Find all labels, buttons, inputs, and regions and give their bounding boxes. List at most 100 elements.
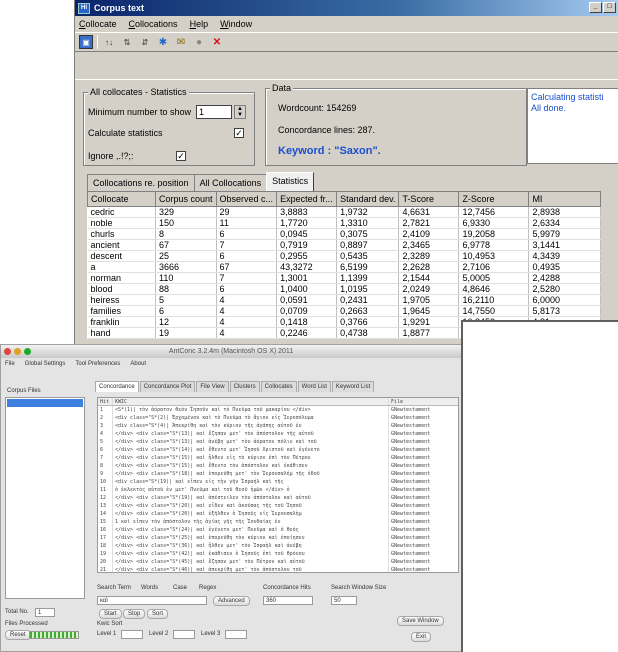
kwic-row[interactable]: 6 </div> <div class="S*(14)| καὶ ἔθεντο μ… [98,446,458,454]
search-opt-regex[interactable]: Regex [199,585,216,591]
sort-desc-icon[interactable]: ⇅ [120,35,134,49]
sort-level-2[interactable]: Level 2 [149,631,168,637]
kwic-cell: 19 [100,551,107,557]
sort-level-2-field[interactable] [173,630,195,639]
stop-button[interactable]: Stop [123,609,146,619]
stop-icon[interactable]: ● [192,35,206,49]
table-row[interactable]: churls 8 6 0,0945 0,3075 2,4109 19,2058 5,9979 [87,228,602,240]
kwic-row[interactable]: 14 </div> <div class="S*(20)| καὶ ἐξῆλθεν… [98,510,458,518]
search-opt-words[interactable]: Words [141,585,158,591]
kwic-row[interactable]: 21 </div> <div class="S*(46)| καὶ ἀπεκρίθ… [98,566,458,572]
tab-statistics[interactable]: Statistics [266,172,315,191]
col-header-z-score[interactable]: Z-Score [458,191,530,207]
kwic-row[interactable]: 12 </div> <div class="S*(19)| καὶ ἀπέστει… [98,494,458,502]
tab-collocates[interactable]: Collocates [260,381,297,392]
table-row[interactable]: heiress 5 4 0,0591 0,2431 1,9705 16,2110 6,0000 [87,294,602,306]
advanced-button[interactable]: Advanced [213,596,250,606]
menu-collocations[interactable]: Collocations [129,19,178,29]
menu-tool-preferences[interactable]: Tool Preferences [75,361,120,367]
menu-window[interactable]: Window [220,19,252,29]
sort-column-icon[interactable]: ⇵ [138,35,152,49]
table-row[interactable]: a 3666 67 43,3272 6,5199 2,2628 2,7106 0,4935 [87,261,602,273]
menu-global-settings[interactable]: Global Settings [25,361,66,367]
tab-clusters[interactable]: Clusters [229,381,260,392]
calc-statistics-checkbox[interactable]: ✓ [234,128,244,138]
table-row[interactable]: ancient 67 7 0,7919 0,8897 2,3465 6,9778 3,1441 [87,239,602,251]
corpus-files-list[interactable] [5,397,85,599]
selected-file-item[interactable] [7,399,83,407]
menu-file[interactable]: File [5,361,15,367]
export-icon[interactable]: ✉ [174,35,188,49]
table-row[interactable]: cedric 329 29 3,8883 1,9732 4,6631 12,7456 2,89… [87,206,602,218]
kwic-row[interactable]: 2 <div class="S*(2)| Ἐρχομένου καὶ τὸ Πνε… [98,414,458,422]
min-number-input[interactable]: 1 [196,105,232,119]
tab-all-collocations[interactable]: All Collocations [193,174,268,191]
minimize-button[interactable]: _ [589,2,602,13]
sort-level-1-field[interactable] [121,630,143,639]
antconc-titlebar[interactable]: AntConc 3.2.4m (Macintosh OS X) 2011 [1,345,461,358]
col-header-expected[interactable]: Expected fr... [276,191,338,207]
status-line: Calculating statisti [531,92,604,102]
kwic-row[interactable]: 20 </div> <div class="S*(45)| καὶ ἔζησαν … [98,558,458,566]
kwic-row[interactable]: 3 <div class="S*(4)| Ἀπεκρίθη καὶ τὸν κύρ… [98,422,458,430]
kwic-row[interactable]: 15 1 καὶ εἶπεν τὸν ἀπόστολον τῆς ἁγίας γῆ… [98,518,458,526]
kwic-row[interactable]: 13 </div> <div class="S*(20)| καὶ εἶδεν κ… [98,502,458,510]
table-cell: 2,1544 [398,272,460,284]
kwic-row[interactable]: 9 </div> <div class="S*(18)| καὶ ἐπορεύθη… [98,470,458,478]
col-header-corpus-count[interactable]: Corpus count [155,191,217,207]
col-header-mi[interactable]: MI [528,191,602,207]
table-row[interactable]: descent 25 6 0,2955 0,5435 2,3289 10,4953 4,343… [87,250,602,262]
search-term-input[interactable]: καὶ [97,596,207,605]
kwic-row[interactable]: 16 </div> <div class="S*(24)| καὶ ἐγένετο… [98,526,458,534]
reset-button[interactable]: Reset [5,630,31,640]
sort-asc-icon[interactable]: ↑↓ [102,35,116,49]
min-number-spinner[interactable]: ▲ ▼ [234,105,246,119]
tab-concordance-plot[interactable]: Concordance Plot [139,381,196,392]
col-header-t-score[interactable]: T-Score [398,191,460,207]
kwic-col-file[interactable]: File [388,398,458,405]
corpus-titlebar[interactable]: Hl Corpus text _ □ [75,0,618,16]
sort-level-3[interactable]: Level 3 [201,631,220,637]
kwic-row[interactable]: 5 </div> <div class="S*(13)| καὶ ἀνέβη με… [98,438,458,446]
kwic-row[interactable]: 4 </div> <div class="S*(13)| καὶ ἔζησαν μ… [98,430,458,438]
kwic-row[interactable]: 10 <div class="S*(19)| καὶ εἶπεν εἰς τὴν … [98,478,458,486]
kwic-col-hit[interactable]: Hit [98,398,112,405]
kwic-row[interactable]: 19 </div> <div class="S*(42)| καὶ ἐκάθισε… [98,550,458,558]
kwic-row[interactable]: 8 </div> <div class="S*(15)| καὶ ἔθεντο τ… [98,462,458,470]
tab-file-view[interactable]: File View [196,381,229,392]
sort-button[interactable]: Sort [147,609,169,619]
col-header-collocate[interactable]: Collocate [87,191,156,207]
tab-word-list[interactable]: Word List [297,381,331,392]
table-row[interactable]: noble 150 11 1,7720 1,3310 2,7821 6,9330 2,6334 [87,217,602,229]
save-icon[interactable]: ▣ [79,35,93,49]
col-header-std-dev[interactable]: Standard dev. [336,191,400,207]
table-row[interactable]: norman 110 7 1,3001 1,1399 2,1544 5,0005 2,4288 [87,272,602,284]
search-opt-case[interactable]: Case [173,585,187,591]
window-size-input[interactable]: 50 [331,596,357,605]
start-button[interactable]: Start [99,609,122,619]
tab-collocations-position[interactable]: Collocations re. position [87,174,195,191]
kwic-row[interactable]: 18 </div> <div class="S*(36)| καὶ ἦλθεν μ… [98,542,458,550]
tab-concordance[interactable]: Concordance [95,381,139,392]
tab-keyword-list[interactable]: Keyword List [331,381,375,392]
kwic-row[interactable]: 7 </div> <div class="S*(15)| καὶ ἦλθεν εἰ… [98,454,458,462]
save-window-button[interactable]: Save Window [397,616,444,626]
kwic-col-kwic[interactable]: KWIC [112,398,388,405]
col-header-observed[interactable]: Observed c... [215,191,278,207]
maximize-button[interactable]: □ [603,2,616,13]
group-icon[interactable]: ✱ [156,35,170,49]
menu-help[interactable]: Help [190,19,209,29]
kwic-results[interactable]: Hit KWIC File 1 <S*(1)| τὸν ἀόρατον θεὸν … [97,397,459,573]
sort-level-3-field[interactable] [225,630,247,639]
ignore-punct-checkbox[interactable]: ✓ [176,151,186,161]
kwic-row[interactable]: 17 </div> <div class="S*(25)| καὶ ἐπορεύθ… [98,534,458,542]
exit-button[interactable]: Exit [411,632,432,642]
kwic-row[interactable]: 11 ὁ ἐκλεκτὸς αὐτοῦ ἐν μετ' Πνεῦμα καὶ το… [98,486,458,494]
table-row[interactable]: blood 88 6 1,0400 1,0195 2,0249 4,8646 2,5280 [87,283,602,295]
table-row[interactable]: families 6 4 0,0709 0,2663 1,9645 14,7550 5,817… [87,305,602,317]
delete-icon[interactable]: ✕ [210,35,224,49]
menu-about[interactable]: About [130,361,146,367]
menu-collocate[interactable]: Collocate [79,19,117,29]
kwic-row[interactable]: 1 <S*(1)| τὸν ἀόρατον θεὸν Ἰησοῦν καὶ τὸ … [98,406,458,414]
sort-level-1[interactable]: Level 1 [97,631,116,637]
